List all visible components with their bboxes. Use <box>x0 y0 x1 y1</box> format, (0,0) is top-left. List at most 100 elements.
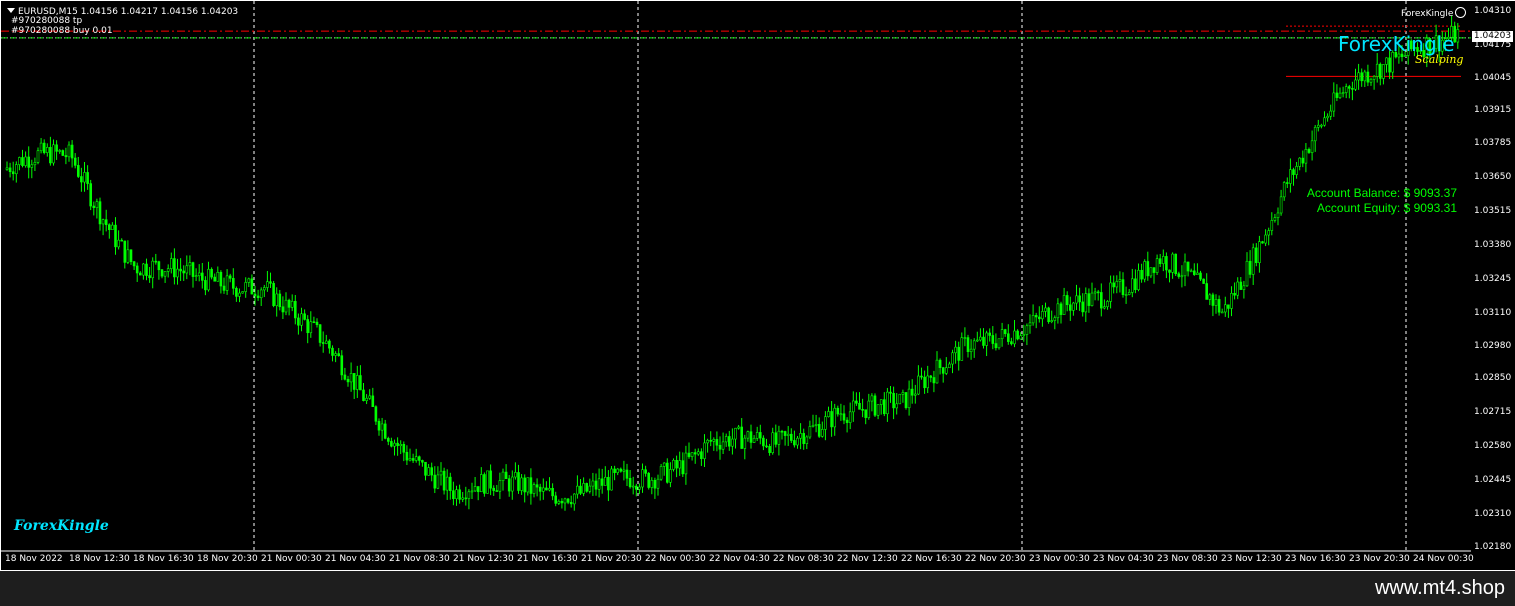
candle-body <box>1158 258 1162 264</box>
candle-body <box>1143 261 1146 280</box>
candle-body <box>638 486 641 490</box>
candle-body <box>1344 86 1348 93</box>
candle <box>514 462 517 480</box>
candle-body <box>340 355 344 376</box>
candle <box>55 140 58 160</box>
candle <box>1363 69 1367 88</box>
candle-body <box>1022 334 1026 337</box>
candle-body <box>799 433 802 439</box>
candle <box>45 143 49 157</box>
candle-body <box>486 470 489 494</box>
price-axis-label: 1.02850 <box>1474 373 1512 384</box>
candle-body <box>1134 278 1137 290</box>
candle-body <box>498 480 502 492</box>
candle-body <box>514 472 517 478</box>
candle-body <box>253 293 257 297</box>
chart-window[interactable]: 1.04310 1.04175 1.04045 1.03915 1.03785 1.036… <box>0 0 1515 571</box>
chart-plot-area[interactable] <box>1 1 1471 570</box>
candle <box>960 332 964 361</box>
candle <box>740 418 744 449</box>
candle <box>1289 158 1292 193</box>
expert-advisor-label[interactable]: ForexKingle <box>1401 7 1467 19</box>
candle <box>331 345 334 362</box>
candle <box>1062 287 1066 315</box>
candle-body <box>1236 281 1239 296</box>
candle <box>15 161 18 183</box>
candle <box>827 406 830 418</box>
candle <box>390 437 393 448</box>
candle <box>108 223 111 239</box>
candle-body <box>954 346 957 354</box>
candle <box>982 328 985 349</box>
candle <box>424 461 427 481</box>
candle <box>1258 235 1261 273</box>
candle-body <box>616 468 620 473</box>
candle-body <box>851 400 855 413</box>
price-axis-label: 1.02180 <box>1474 542 1512 552</box>
candle-body <box>421 460 424 463</box>
candle-body <box>1348 86 1351 89</box>
candle-body <box>1031 315 1035 324</box>
candle-body <box>1075 295 1078 304</box>
candle <box>1127 288 1131 296</box>
candle <box>405 445 409 466</box>
candle-body <box>197 272 201 276</box>
candle <box>182 265 185 281</box>
candle-body <box>1298 157 1301 167</box>
time-axis-label: 21 Nov 08:30 <box>389 554 450 564</box>
smiley-icon[interactable] <box>1455 7 1467 18</box>
candle <box>861 398 864 418</box>
candle-body <box>126 249 130 263</box>
candle <box>1335 84 1339 102</box>
candle-body <box>1174 253 1177 275</box>
candle-body <box>262 287 266 291</box>
candle <box>867 393 871 420</box>
candle <box>185 255 189 280</box>
candle-body <box>346 378 350 383</box>
candle <box>1096 289 1100 301</box>
candle-body <box>715 439 719 446</box>
candle <box>380 417 384 441</box>
candle <box>278 289 282 311</box>
time-axis-label: 21 Nov 00:30 <box>261 554 322 564</box>
candle-body <box>337 353 341 356</box>
candle-body <box>417 456 421 461</box>
time-axis-label: 23 Nov 04:30 <box>1093 554 1154 564</box>
candle-body <box>985 332 988 346</box>
candle-body <box>1103 306 1106 309</box>
candle <box>1059 301 1063 324</box>
candle-body <box>889 391 892 394</box>
candle-body <box>86 172 89 184</box>
dropdown-triangle-icon[interactable] <box>7 8 15 13</box>
candle <box>665 458 669 484</box>
candle <box>123 240 127 269</box>
candle <box>1149 267 1153 279</box>
price-axis-label: 1.02715 <box>1474 407 1512 418</box>
candle-body <box>554 495 558 504</box>
candle-body <box>1019 335 1023 340</box>
candle <box>700 448 703 466</box>
candle <box>89 179 92 211</box>
candle-body <box>1385 57 1388 65</box>
candle <box>352 373 356 399</box>
candle-body <box>1270 220 1274 231</box>
candle <box>1041 305 1044 327</box>
candle-body <box>108 224 111 230</box>
candle-body <box>1456 29 1460 43</box>
candlestick-chart[interactable] <box>1 1 1471 570</box>
candle-body <box>1267 230 1270 236</box>
time-axis-label: 22 Nov 08:30 <box>773 554 834 564</box>
candle-body <box>814 424 818 426</box>
candle <box>1220 308 1224 314</box>
candle-body <box>352 373 356 390</box>
candle <box>498 472 502 500</box>
candle <box>241 291 244 294</box>
candle <box>132 260 136 270</box>
candle-body <box>210 268 213 278</box>
candle-body <box>293 300 297 319</box>
candle-body <box>731 438 734 447</box>
candle <box>774 424 778 448</box>
candle-body <box>371 395 375 407</box>
candle-body <box>1065 295 1069 306</box>
candle-body <box>349 373 353 383</box>
